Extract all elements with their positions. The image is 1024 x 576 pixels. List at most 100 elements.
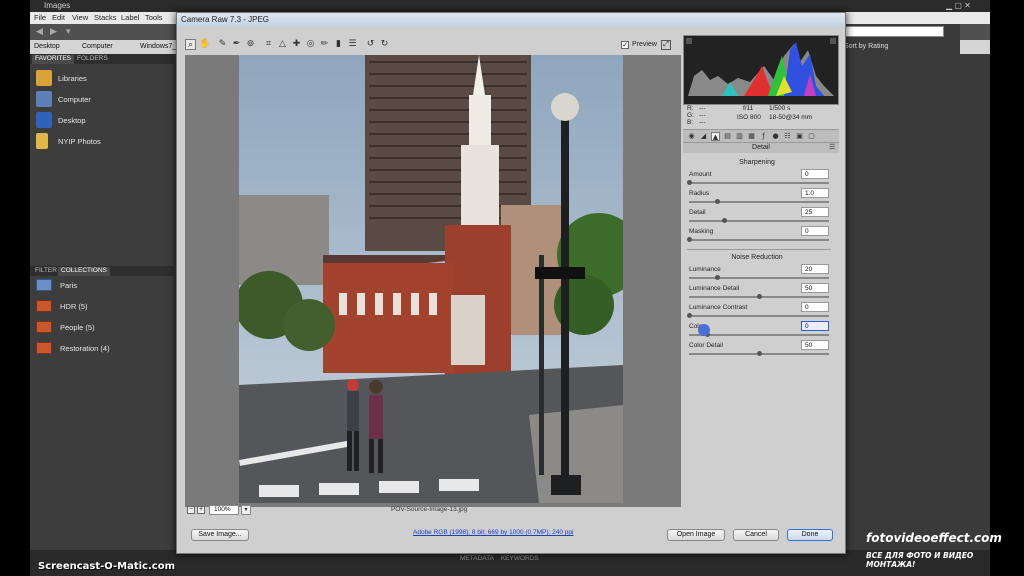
slider-track[interactable]: [689, 182, 829, 184]
done-button[interactable]: Done: [787, 529, 833, 541]
adjustment-brush-icon[interactable]: ✏: [319, 39, 330, 50]
slider-value[interactable]: 0: [801, 302, 829, 312]
slider-track[interactable]: [689, 220, 829, 222]
slider-thumb[interactable]: [722, 218, 727, 223]
slider-thumb[interactable]: [757, 294, 762, 299]
back-icon[interactable]: ◀: [36, 26, 43, 37]
slider-thumb[interactable]: [715, 275, 720, 280]
rotate-right-icon[interactable]: ↻: [379, 39, 390, 50]
zoom-tool-icon[interactable]: ⌕: [185, 39, 196, 50]
menu-tools[interactable]: Tools: [145, 13, 163, 22]
favorite-computer[interactable]: Computer: [36, 91, 166, 109]
presets-icon[interactable]: ☷: [783, 132, 792, 141]
straighten-icon[interactable]: △: [277, 39, 288, 50]
slider-luminance-contrast[interactable]: Luminance Contrast 0: [687, 302, 831, 322]
image-canvas[interactable]: [185, 55, 681, 507]
split-toning-icon[interactable]: ▥: [735, 132, 744, 141]
preferences-icon[interactable]: ☰: [347, 39, 358, 50]
menu-label[interactable]: Label: [121, 13, 139, 22]
slider-luminance[interactable]: Luminance 20: [689, 264, 831, 284]
forward-icon[interactable]: ▶: [50, 26, 57, 37]
zoom-dropdown-icon[interactable]: ▾: [241, 505, 251, 515]
tab-favorites[interactable]: FAVORITES: [32, 55, 74, 64]
slider-value[interactable]: 50: [801, 283, 829, 293]
cancel-button[interactable]: Cancel: [733, 529, 779, 541]
slider-track[interactable]: [689, 201, 829, 203]
slider-track[interactable]: [689, 315, 829, 317]
menu-view[interactable]: View: [72, 13, 88, 22]
zoom-out-button[interactable]: −: [187, 506, 195, 514]
tab-keywords[interactable]: KEYWORDS: [501, 555, 539, 562]
tab-metadata[interactable]: METADATA: [460, 555, 494, 562]
slider-radius[interactable]: Radius 1.0: [689, 188, 831, 208]
slider-value[interactable]: 0: [801, 226, 829, 236]
panel-options-icon[interactable]: ▢: [807, 132, 816, 141]
recent-icon[interactable]: ▾: [66, 26, 71, 37]
targeted-adjust-icon[interactable]: ⊚: [245, 39, 256, 50]
red-eye-icon[interactable]: ◎: [305, 39, 316, 50]
slider-value[interactable]: 0: [801, 169, 829, 179]
spot-removal-icon[interactable]: ✚: [291, 39, 302, 50]
favorite-libraries[interactable]: Libraries: [36, 70, 166, 88]
zoom-in-button[interactable]: +: [197, 506, 205, 514]
slider-value[interactable]: 25: [801, 207, 829, 217]
tab-filter[interactable]: FILTER: [32, 267, 60, 276]
slider-thumb[interactable]: [715, 199, 720, 204]
slider-amount[interactable]: Amount 0: [687, 169, 831, 189]
slider-luminance-detail[interactable]: Luminance Detail 50: [689, 283, 831, 303]
menu-stacks[interactable]: Stacks: [94, 13, 117, 22]
open-image-button[interactable]: Open Image: [667, 529, 725, 541]
detail-panel-icon[interactable]: ▲: [711, 132, 720, 141]
slider-thumb[interactable]: [687, 237, 692, 242]
basic-panel-icon[interactable]: ◉: [687, 132, 696, 141]
white-balance-icon[interactable]: ✎: [217, 39, 228, 50]
panel-menu-icon[interactable]: ☰: [829, 143, 835, 151]
slider-track[interactable]: [689, 239, 829, 241]
hand-tool-icon[interactable]: ✋: [199, 39, 210, 50]
slider-value[interactable]: 0: [801, 321, 829, 331]
slider-thumb[interactable]: [687, 180, 692, 185]
collection-paris[interactable]: Paris: [36, 278, 166, 294]
slider-value[interactable]: 20: [801, 264, 829, 274]
tone-curve-icon[interactable]: ◢: [699, 132, 708, 141]
breadcrumb-windows7[interactable]: Windows7_: [140, 43, 176, 50]
camera-calibration-icon[interactable]: ●: [771, 132, 780, 141]
slider-thumb[interactable]: [687, 313, 692, 318]
graduated-filter-icon[interactable]: ▮: [333, 39, 344, 50]
slider-value[interactable]: 1.0: [801, 188, 829, 198]
menu-file[interactable]: File: [34, 13, 46, 22]
collection-restoration[interactable]: Restoration (4): [36, 341, 166, 357]
hsl-panel-icon[interactable]: ▤: [723, 132, 732, 141]
breadcrumb-computer[interactable]: Computer: [82, 43, 113, 50]
slider-masking[interactable]: Masking 0: [687, 226, 831, 246]
window-controls[interactable]: ▁ ▢ ✕: [946, 1, 971, 10]
slider-thumb[interactable]: [757, 351, 762, 356]
tab-collections[interactable]: COLLECTIONS: [58, 267, 110, 276]
desktop-icon: [36, 112, 52, 128]
workflow-options-link[interactable]: Adobe RGB (1998); 8 bit; 669 by 1000 (0.…: [413, 529, 573, 536]
favorite-desktop[interactable]: Desktop: [36, 112, 166, 130]
slider-value[interactable]: 50: [801, 340, 829, 350]
slider-color-detail[interactable]: Color Detail 50: [689, 340, 831, 360]
slider-track[interactable]: [689, 277, 829, 279]
slider-detail[interactable]: Detail 25: [689, 207, 831, 227]
crop-tool-icon[interactable]: ⌗: [263, 39, 274, 50]
favorite-nyip-photos[interactable]: NYIP Photos: [36, 133, 166, 151]
tab-folders[interactable]: FOLDERS: [74, 55, 111, 64]
snapshots-icon[interactable]: ▣: [795, 132, 804, 141]
slider-color[interactable]: Color 0: [689, 321, 831, 341]
detail-panel-header: Detail ☰: [683, 143, 839, 153]
sort-dropdown[interactable]: Sort by Rating: [844, 43, 888, 50]
breadcrumb-desktop[interactable]: Desktop: [34, 43, 60, 50]
color-sampler-icon[interactable]: ✒: [231, 39, 242, 50]
rotate-left-icon[interactable]: ↺: [365, 39, 376, 50]
zoom-level[interactable]: 100%: [209, 505, 239, 515]
collection-hdr[interactable]: HDR (5): [36, 299, 166, 315]
menu-edit[interactable]: Edit: [52, 13, 65, 22]
save-image-button[interactable]: Save Image...: [191, 529, 249, 541]
preview-checkbox[interactable]: ✓: [621, 41, 629, 49]
collection-people[interactable]: People (5): [36, 320, 166, 336]
lens-corrections-icon[interactable]: ▦: [747, 132, 756, 141]
effects-panel-icon[interactable]: ƒ: [759, 132, 768, 141]
fullscreen-icon[interactable]: ⤢: [661, 40, 671, 50]
